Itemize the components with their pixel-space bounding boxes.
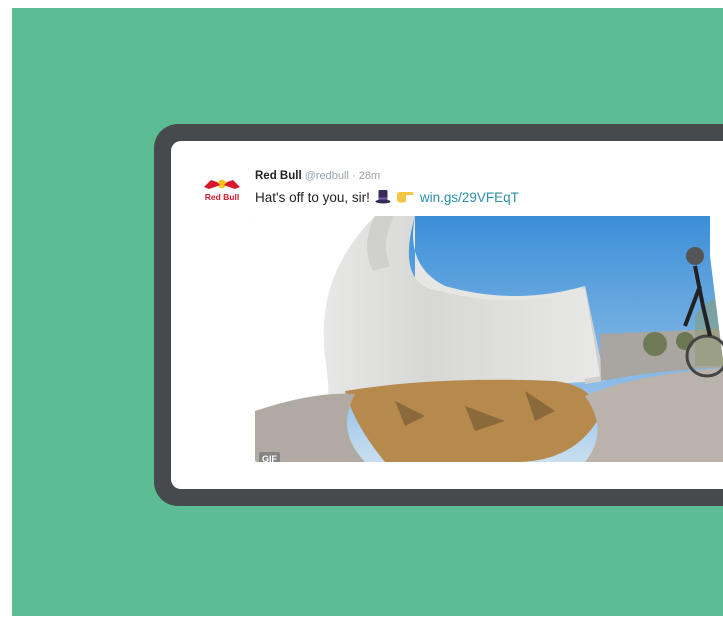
top-hat-icon xyxy=(375,188,391,207)
red-bull-logo-avatar[interactable]: Red Bull xyxy=(201,175,243,205)
pointing-hand-icon xyxy=(396,189,414,206)
gif-badge: GIF xyxy=(259,452,280,462)
tweet-body: Hat's off to you, sir! win.gs/29VFEqT xyxy=(255,188,519,207)
header-separator: · xyxy=(351,170,356,182)
promo-canvas: Red Bull Red Bull @redbull · 28m Hat's o… xyxy=(12,8,723,616)
tweet-card[interactable]: Red Bull Red Bull @redbull · 28m Hat's o… xyxy=(171,141,723,489)
gif-preview-image xyxy=(255,216,723,462)
tweet-text: Hat's off to you, sir! xyxy=(255,190,370,205)
author-handle[interactable]: @redbull xyxy=(305,170,349,182)
gif-media[interactable]: GIF xyxy=(255,216,723,462)
tweet-timestamp[interactable]: 28m xyxy=(359,170,380,182)
author-name[interactable]: Red Bull xyxy=(255,170,302,182)
logo-wordmark: Red Bull xyxy=(205,192,239,202)
device-frame: Red Bull Red Bull @redbull · 28m Hat's o… xyxy=(154,124,723,506)
tweet-link[interactable]: win.gs/29VFEqT xyxy=(420,190,519,205)
tweet-header: Red Bull @redbull · 28m xyxy=(255,170,380,182)
